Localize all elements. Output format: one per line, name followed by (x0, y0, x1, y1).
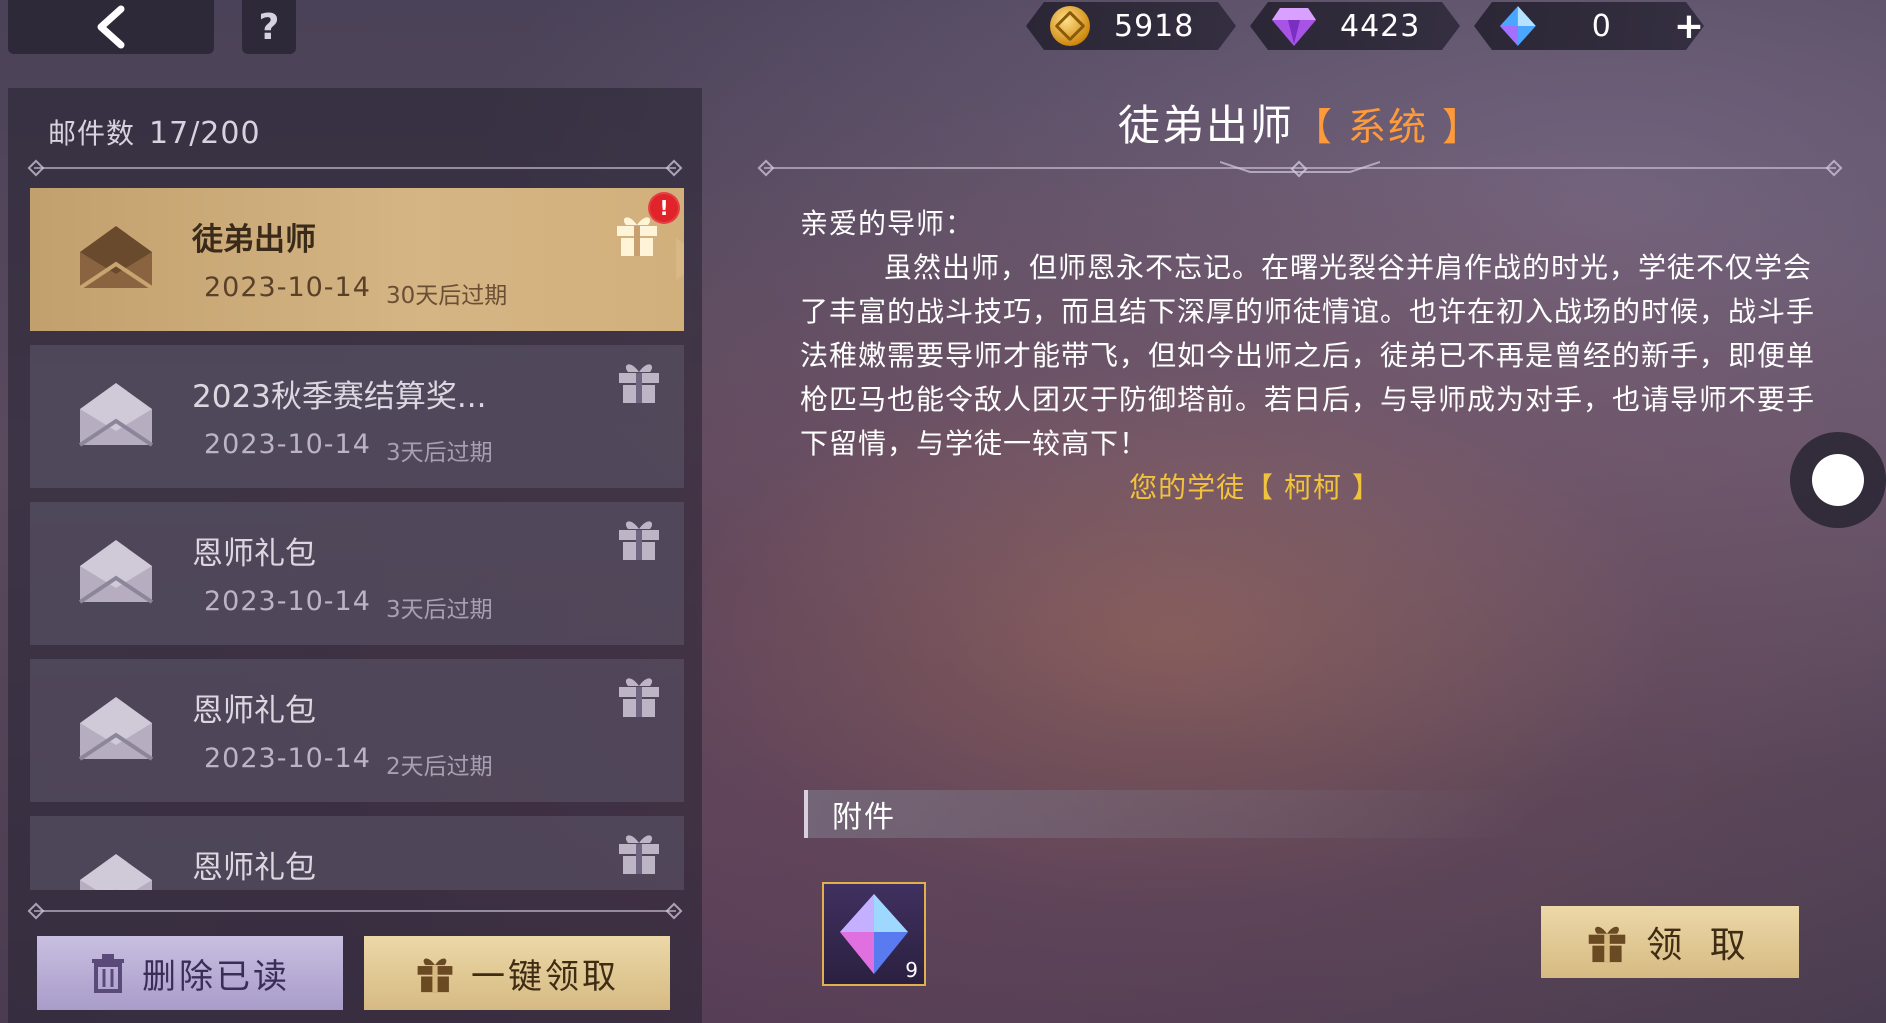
diamond-value: 4423 (1340, 8, 1421, 44)
open-envelope-icon (78, 226, 154, 290)
attachment-label: 附件 (832, 800, 896, 835)
gold-coin-icon (1050, 6, 1090, 46)
open-envelope-icon (78, 383, 154, 447)
mail-item-selected[interactable]: 徒弟出师 2023-10-14 30天后过期 ! (30, 188, 684, 331)
mail-title: 2023秋季赛结算奖... (192, 379, 487, 415)
attachment-count: 9 (905, 958, 918, 982)
mail-count-label: 邮件数 (48, 117, 136, 150)
mail-date: 2023-10-14 (204, 586, 371, 617)
mail-detail-title: 徒弟出师【 系统 】 (760, 92, 1840, 153)
back-button[interactable] (8, 0, 214, 54)
crystal-value: 0 (1591, 8, 1612, 44)
mail-list[interactable]: 徒弟出师 2023-10-14 30天后过期 ! 2023秋季赛结算奖... 2… (30, 188, 684, 890)
help-button[interactable]: ? (242, 0, 296, 54)
gift-icon (619, 678, 659, 717)
purple-diamond-icon (1270, 4, 1318, 48)
gift-icon (619, 835, 659, 874)
mail-count: 邮件数 17/200 (48, 112, 261, 152)
mail-item[interactable]: 恩师礼包 2023-10-14 3天后过期 (30, 502, 684, 645)
claim-button[interactable]: 领 取 (1541, 906, 1799, 978)
gift-icon (619, 521, 659, 560)
mail-date: 2023-10-14 (204, 272, 371, 303)
mail-expire: 30天后过期 (386, 283, 508, 309)
divider-ornament-icon (1220, 160, 1380, 178)
diamond-counter: 4423 (1250, 2, 1460, 50)
help-label: ? (258, 6, 280, 48)
mail-expire: 2天后过期 (386, 754, 493, 780)
trash-icon (92, 954, 124, 993)
delete-read-label: 删除已读 (142, 956, 290, 997)
add-currency-button[interactable]: + (1674, 6, 1704, 47)
mail-item[interactable]: 2023秋季赛结算奖... 2023-10-14 3天后过期 (30, 345, 684, 488)
mail-date: 2023-10-14 (204, 743, 371, 774)
gift-icon (1589, 926, 1626, 963)
mail-expire: 3天后过期 (386, 597, 493, 623)
coin-counter: 5918 (1026, 2, 1236, 50)
mail-detail-title-text: 徒弟出师 (1117, 101, 1294, 150)
mail-category-tag: 【 系统 】 (1293, 105, 1483, 149)
mail-greeting: 亲爱的导师： (800, 207, 975, 240)
claim-all-label: 一键领取 (471, 956, 619, 997)
mail-body: 虽然出师，但师恩永不忘记。在曙光裂谷并肩作战的时光，学徒不仅学会了丰富的战斗技巧… (800, 251, 1816, 460)
mail-count-value: 17/200 (149, 116, 261, 151)
claim-label: 领 取 (1646, 925, 1754, 966)
attachment-item[interactable]: 9 (822, 882, 926, 986)
mail-item[interactable]: 恩师礼包 (30, 816, 684, 890)
divider (34, 910, 676, 912)
gift-icon (417, 958, 453, 993)
mail-content: 亲爱的导师： 虽然出师，但师恩永不忘记。在曙光裂谷并肩作战的时光，学徒不仅学会了… (800, 202, 1820, 510)
gift-icon (619, 364, 659, 403)
open-envelope-icon (80, 854, 152, 890)
floating-assistive-button[interactable] (1790, 432, 1886, 528)
mail-expire: 3天后过期 (386, 440, 493, 466)
attachment-header: 附件 (804, 790, 1532, 838)
crystal-counter: 0 + (1474, 2, 1704, 50)
mail-date: 2023-10-14 (204, 429, 371, 460)
mail-title: 恩师礼包 (192, 850, 316, 886)
open-envelope-icon (78, 697, 154, 761)
back-arrow-icon (97, 5, 125, 49)
mail-item[interactable]: 恩师礼包 2023-10-14 2天后过期 (30, 659, 684, 802)
blue-crystal-icon (1496, 4, 1540, 48)
mail-title: 徒弟出师 (192, 222, 316, 258)
open-envelope-icon (78, 540, 154, 604)
divider (34, 167, 676, 169)
unread-badge: ! (648, 192, 680, 224)
coin-value: 5918 (1114, 8, 1195, 44)
mail-signature: 您的学徒【 柯柯 】 (1129, 471, 1381, 504)
mail-title: 恩师礼包 (192, 693, 316, 729)
selected-arrow-icon (676, 238, 684, 280)
claim-all-button[interactable]: 一键领取 (364, 936, 670, 1010)
mail-title: 恩师礼包 (192, 536, 316, 572)
delete-read-button[interactable]: 删除已读 (37, 936, 343, 1010)
